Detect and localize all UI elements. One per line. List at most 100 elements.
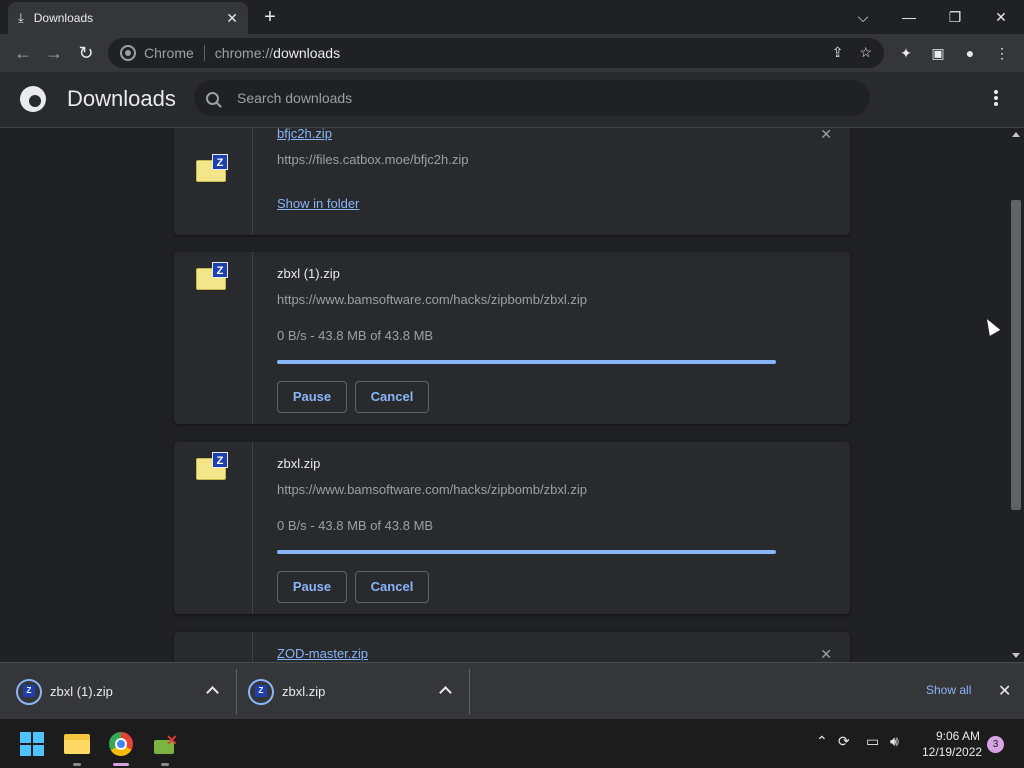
- omnibox-actions: ⇪ ☆: [832, 44, 872, 61]
- archive-app-icon: ✕: [152, 732, 178, 756]
- close-window-button[interactable]: ✕: [978, 4, 1024, 30]
- zip-file-icon: Z: [196, 262, 228, 290]
- active-indicator: [113, 763, 129, 766]
- file-name: zbxl (1).zip: [277, 266, 340, 281]
- zip-file-icon: Z: [196, 154, 228, 182]
- clock-time[interactable]: 9:06 AM: [936, 729, 980, 743]
- chrome-logo-icon: [20, 86, 46, 112]
- network-icon[interactable]: ▭: [866, 733, 879, 750]
- download-item: ZOD-master.zip ✕: [174, 632, 850, 662]
- page-title: Downloads: [67, 86, 176, 111]
- scroll-thumb[interactable]: [1011, 200, 1021, 510]
- url-scheme: chrome://: [214, 45, 274, 61]
- file-name: zbxl.zip: [277, 456, 321, 471]
- remove-item-icon[interactable]: ✕: [820, 646, 832, 662]
- download-item: Z bfjc2h.zip https://files.catbox.moe/bf…: [174, 128, 850, 235]
- shelf-divider: [236, 669, 237, 714]
- url-host: downloads: [273, 45, 341, 61]
- scroll-down-arrow-icon[interactable]: [1012, 653, 1020, 658]
- card-divider: [252, 128, 253, 235]
- chevron-up-icon[interactable]: [440, 685, 450, 695]
- restore-button[interactable]: ❐: [932, 4, 978, 30]
- zip-file-icon: Z: [248, 678, 274, 705]
- browser-toolbar: ← → ↻ Chrome chrome:// downloads ⇪ ☆ ✦ ▣…: [0, 34, 1024, 72]
- file-url[interactable]: https://files.catbox.moe/bfjc2h.zip: [277, 152, 468, 167]
- remove-item-icon[interactable]: ✕: [820, 128, 832, 143]
- download-status: 0 B/s - 43.8 MB of 43.8 MB: [277, 328, 434, 343]
- tab-downloads[interactable]: ⤓ Downloads ✕: [8, 2, 248, 34]
- card-divider: [252, 252, 253, 424]
- chrome-icon: [109, 732, 133, 756]
- more-actions-icon[interactable]: [994, 90, 998, 106]
- search-icon: [206, 91, 219, 105]
- tab-close-icon[interactable]: ✕: [226, 10, 238, 27]
- bookmark-star-icon[interactable]: ☆: [859, 44, 872, 61]
- address-bar[interactable]: Chrome chrome:// downloads ⇪ ☆: [108, 38, 884, 68]
- file-name-link[interactable]: ZOD-master.zip: [277, 646, 368, 661]
- downloads-list: Z bfjc2h.zip https://files.catbox.moe/bf…: [0, 128, 1008, 662]
- site-label: Chrome: [144, 45, 194, 61]
- zip-app-taskbar-button[interactable]: ✕: [148, 727, 182, 761]
- forward-button[interactable]: →: [41, 40, 67, 66]
- notification-badge[interactable]: 3: [987, 736, 1004, 753]
- running-indicator: [161, 763, 169, 766]
- menu-icon[interactable]: ⋮: [991, 42, 1013, 64]
- running-indicator: [73, 763, 81, 766]
- progress-bar: [277, 550, 776, 554]
- search-input[interactable]: [237, 90, 837, 106]
- profile-icon[interactable]: ●: [959, 42, 981, 64]
- omnibox-divider: [203, 45, 205, 61]
- volume-icon[interactable]: 🔊︎: [890, 733, 899, 750]
- file-url[interactable]: https://www.bamsoftware.com/hacks/zipbom…: [277, 292, 587, 307]
- chevron-up-icon[interactable]: ⌃: [816, 733, 828, 750]
- file-url[interactable]: https://www.bamsoftware.com/hacks/zipbom…: [277, 482, 587, 497]
- shelf-item[interactable]: Z zbxl (1).zip: [16, 663, 113, 720]
- card-divider: [252, 442, 253, 614]
- chevron-up-icon[interactable]: [207, 685, 217, 695]
- download-icon: ⤓: [18, 10, 24, 25]
- shelf-item-name: zbxl (1).zip: [50, 684, 113, 699]
- download-shelf: Z zbxl (1).zip Z zbxl.zip Show all ✕: [0, 662, 1024, 719]
- back-button[interactable]: ←: [10, 40, 36, 66]
- start-button[interactable]: [15, 727, 49, 761]
- file-explorer-button[interactable]: [60, 727, 94, 761]
- side-panel-icon[interactable]: ▣: [927, 42, 949, 64]
- pause-button[interactable]: Pause: [277, 571, 347, 603]
- close-shelf-icon[interactable]: ✕: [998, 681, 1011, 701]
- downloads-header: Downloads: [0, 72, 1024, 128]
- windows-taskbar: ✕ ⌃ ⟳ ▭ 🔊︎ 9:06 AM 12/19/2022 3: [0, 719, 1024, 768]
- scroll-up-arrow-icon[interactable]: [1012, 132, 1020, 137]
- shelf-item-name: zbxl.zip: [282, 684, 326, 699]
- cancel-button[interactable]: Cancel: [355, 381, 429, 413]
- download-status: 0 B/s - 43.8 MB of 43.8 MB: [277, 518, 434, 533]
- sync-icon[interactable]: ⟳: [838, 733, 850, 750]
- download-item: Z zbxl.zip https://www.bamsoftware.com/h…: [174, 442, 850, 614]
- clock-date[interactable]: 12/19/2022: [922, 745, 982, 759]
- show-in-folder-link[interactable]: Show in folder: [277, 196, 359, 211]
- show-all-link[interactable]: Show all: [926, 683, 971, 697]
- zip-file-icon: Z: [196, 452, 228, 480]
- tab-search-button[interactable]: ⌵: [840, 4, 886, 30]
- tab-strip: ⤓ Downloads ✕ + ⌵ — ❐ ✕: [0, 0, 1024, 34]
- progress-bar: [277, 360, 776, 364]
- search-box[interactable]: [194, 80, 870, 116]
- cancel-button[interactable]: Cancel: [355, 571, 429, 603]
- zip-file-icon: Z: [16, 678, 42, 705]
- download-item: Z zbxl (1).zip https://www.bamsoftware.c…: [174, 252, 850, 424]
- file-name-link[interactable]: bfjc2h.zip: [277, 128, 332, 141]
- shelf-item[interactable]: Z zbxl.zip: [248, 663, 325, 720]
- new-tab-button[interactable]: +: [258, 5, 282, 29]
- card-divider: [252, 632, 253, 662]
- share-icon[interactable]: ⇪: [832, 44, 844, 61]
- chrome-site-icon: [120, 45, 136, 61]
- folder-icon: [64, 734, 90, 754]
- screen: ⤓ Downloads ✕ + ⌵ — ❐ ✕ ← → ↻ Chrome chr…: [0, 0, 1024, 768]
- reload-button[interactable]: ↻: [73, 40, 99, 66]
- minimize-button[interactable]: —: [886, 4, 932, 30]
- page-scrollbar[interactable]: [1008, 128, 1024, 662]
- extensions-icon[interactable]: ✦: [895, 42, 917, 64]
- chrome-taskbar-button[interactable]: [104, 727, 138, 761]
- shelf-divider: [469, 669, 470, 714]
- pause-button[interactable]: Pause: [277, 381, 347, 413]
- tab-title: Downloads: [33, 11, 94, 25]
